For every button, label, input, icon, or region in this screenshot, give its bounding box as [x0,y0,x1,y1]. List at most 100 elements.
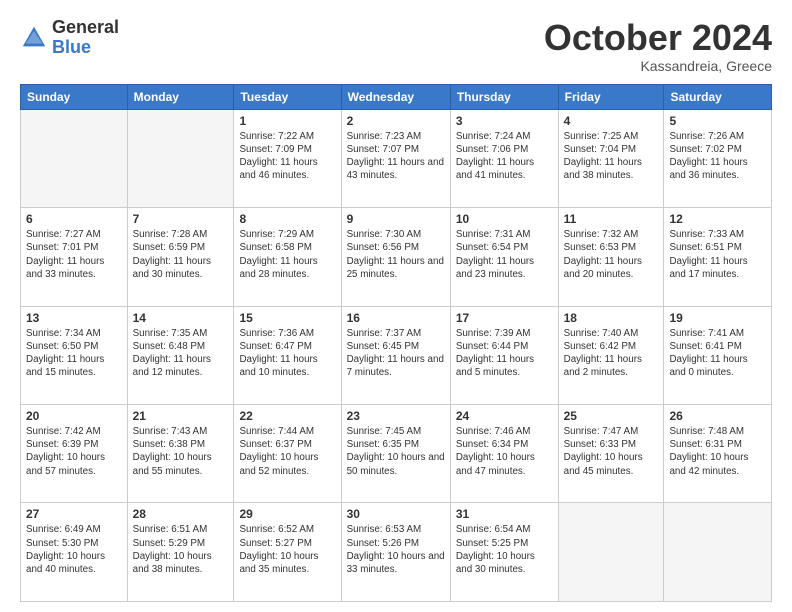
calendar-cell: 26 Sunrise: 7:48 AMSunset: 6:31 PMDayligh… [664,405,772,503]
calendar-cell: 15 Sunrise: 7:36 AMSunset: 6:47 PMDayligh… [234,306,341,404]
title-block: October 2024 Kassandreia, Greece [544,18,772,74]
day-number: 28 [133,507,229,521]
day-number: 29 [239,507,335,521]
day-number: 6 [26,212,122,226]
day-number: 31 [456,507,553,521]
calendar-cell: 24 Sunrise: 7:46 AMSunset: 6:34 PMDayligh… [450,405,558,503]
calendar-week-row: 27Sunrise: 6:49 AMSunset: 5:30 PMDayligh… [21,503,772,602]
day-info: Sunrise: 7:32 AMSunset: 6:53 PMDaylight:… [564,228,659,281]
day-number: 25 [564,409,659,423]
calendar-cell: 8Sunrise: 7:29 AMSunset: 6:58 PMDaylight… [234,208,341,306]
day-info: Sunrise: 7:41 AMSunset: 6:41 PMDaylight:… [669,327,766,380]
calendar-cell: 16 Sunrise: 7:37 AMSunset: 6:45 PMDayligh… [341,306,450,404]
day-info: Sunrise: 7:35 AMSunset: 6:48 PMDaylight:… [133,327,229,380]
day-number: 24 [456,409,553,423]
calendar-day-header: Monday [127,84,234,109]
calendar-cell: 14Sunrise: 7:35 AMSunset: 6:48 PMDayligh… [127,306,234,404]
day-info: Sunrise: 7:47 AMSunset: 6:33 PMDaylight:… [564,425,659,478]
day-info: Sunrise: 6:54 AMSunset: 5:25 PMDaylight:… [456,523,553,576]
day-info: Sunrise: 7:44 AMSunset: 6:37 PMDaylight:… [239,425,335,478]
logo: General Blue [20,18,119,58]
day-info: Sunrise: 7:36 AMSunset: 6:47 PMDaylight:… [239,327,335,380]
day-number: 2 [347,114,445,128]
day-number: 15 [239,311,335,325]
calendar-week-row: 6 Sunrise: 7:27 AMSunset: 7:01 PMDaylight… [21,208,772,306]
day-info: Sunrise: 7:34 AMSunset: 6:50 PMDaylight:… [26,327,122,380]
day-info: Sunrise: 7:27 AMSunset: 7:01 PMDaylight:… [26,228,122,281]
day-info: Sunrise: 7:25 AMSunset: 7:04 PMDaylight:… [564,130,659,183]
day-info: Sunrise: 7:23 AMSunset: 7:07 PMDaylight:… [347,130,445,183]
calendar-cell: 30Sunrise: 6:53 AMSunset: 5:26 PMDayligh… [341,503,450,602]
calendar-cell: 2 Sunrise: 7:23 AMSunset: 7:07 PMDaylight… [341,109,450,207]
day-info: Sunrise: 6:53 AMSunset: 5:26 PMDaylight:… [347,523,445,576]
day-number: 9 [347,212,445,226]
calendar-cell: 25 Sunrise: 7:47 AMSunset: 6:33 PMDayligh… [558,405,664,503]
day-number: 16 [347,311,445,325]
calendar-header-row: SundayMondayTuesdayWednesdayThursdayFrid… [21,84,772,109]
day-info: Sunrise: 7:40 AMSunset: 6:42 PMDaylight:… [564,327,659,380]
logo-icon [20,24,48,52]
calendar-day-header: Thursday [450,84,558,109]
day-number: 13 [26,311,122,325]
day-number: 22 [239,409,335,423]
calendar-week-row: 13 Sunrise: 7:34 AMSunset: 6:50 PMDayligh… [21,306,772,404]
day-info: Sunrise: 7:31 AMSunset: 6:54 PMDaylight:… [456,228,553,281]
header: General Blue October 2024 Kassandreia, G… [20,18,772,74]
calendar-cell: 19 Sunrise: 7:41 AMSunset: 6:41 PMDayligh… [664,306,772,404]
calendar-cell: 31 Sunrise: 6:54 AMSunset: 5:25 PMDayligh… [450,503,558,602]
day-number: 7 [133,212,229,226]
calendar-cell: 10Sunrise: 7:31 AMSunset: 6:54 PMDayligh… [450,208,558,306]
month-title: October 2024 [544,18,772,58]
day-number: 3 [456,114,553,128]
day-info: Sunrise: 7:45 AMSunset: 6:35 PMDaylight:… [347,425,445,478]
calendar-cell: 27Sunrise: 6:49 AMSunset: 5:30 PMDayligh… [21,503,128,602]
location: Kassandreia, Greece [544,58,772,74]
day-number: 17 [456,311,553,325]
calendar-cell [664,503,772,602]
logo-blue: Blue [52,37,91,57]
day-info: Sunrise: 7:29 AMSunset: 6:58 PMDaylight:… [239,228,335,281]
day-number: 18 [564,311,659,325]
calendar-cell: 22 Sunrise: 7:44 AMSunset: 6:37 PMDayligh… [234,405,341,503]
calendar-cell: 29Sunrise: 6:52 AMSunset: 5:27 PMDayligh… [234,503,341,602]
calendar-cell [558,503,664,602]
calendar-cell: 9 Sunrise: 7:30 AMSunset: 6:56 PMDaylight… [341,208,450,306]
day-info: Sunrise: 6:51 AMSunset: 5:29 PMDaylight:… [133,523,229,576]
day-number: 5 [669,114,766,128]
day-number: 11 [564,212,659,226]
day-info: Sunrise: 7:46 AMSunset: 6:34 PMDaylight:… [456,425,553,478]
day-number: 19 [669,311,766,325]
day-info: Sunrise: 7:30 AMSunset: 6:56 PMDaylight:… [347,228,445,281]
calendar-cell: 3 Sunrise: 7:24 AMSunset: 7:06 PMDaylight… [450,109,558,207]
calendar-cell: 20 Sunrise: 7:42 AMSunset: 6:39 PMDayligh… [21,405,128,503]
day-number: 23 [347,409,445,423]
logo-general: General [52,17,119,37]
day-info: Sunrise: 7:42 AMSunset: 6:39 PMDaylight:… [26,425,122,478]
day-number: 4 [564,114,659,128]
page: General Blue October 2024 Kassandreia, G… [0,0,792,612]
calendar-cell: 28 Sunrise: 6:51 AMSunset: 5:29 PMDayligh… [127,503,234,602]
calendar-cell: 17Sunrise: 7:39 AMSunset: 6:44 PMDayligh… [450,306,558,404]
day-info: Sunrise: 7:48 AMSunset: 6:31 PMDaylight:… [669,425,766,478]
day-info: Sunrise: 7:37 AMSunset: 6:45 PMDaylight:… [347,327,445,380]
calendar-cell: 6 Sunrise: 7:27 AMSunset: 7:01 PMDaylight… [21,208,128,306]
day-number: 21 [133,409,229,423]
day-info: Sunrise: 7:22 AMSunset: 7:09 PMDaylight:… [239,130,335,183]
day-info: Sunrise: 7:24 AMSunset: 7:06 PMDaylight:… [456,130,553,183]
calendar-cell [21,109,128,207]
calendar-week-row: 20 Sunrise: 7:42 AMSunset: 6:39 PMDayligh… [21,405,772,503]
day-number: 1 [239,114,335,128]
calendar-cell: 13 Sunrise: 7:34 AMSunset: 6:50 PMDayligh… [21,306,128,404]
calendar-cell: 1 Sunrise: 7:22 AMSunset: 7:09 PMDaylight… [234,109,341,207]
calendar-day-header: Wednesday [341,84,450,109]
day-info: Sunrise: 7:28 AMSunset: 6:59 PMDaylight:… [133,228,229,281]
day-number: 20 [26,409,122,423]
calendar-cell: 12Sunrise: 7:33 AMSunset: 6:51 PMDayligh… [664,208,772,306]
calendar-cell: 18 Sunrise: 7:40 AMSunset: 6:42 PMDayligh… [558,306,664,404]
calendar-cell: 7 Sunrise: 7:28 AMSunset: 6:59 PMDaylight… [127,208,234,306]
day-number: 26 [669,409,766,423]
calendar-week-row: 1 Sunrise: 7:22 AMSunset: 7:09 PMDaylight… [21,109,772,207]
calendar-day-header: Saturday [664,84,772,109]
calendar-cell: 4 Sunrise: 7:25 AMSunset: 7:04 PMDaylight… [558,109,664,207]
day-number: 12 [669,212,766,226]
